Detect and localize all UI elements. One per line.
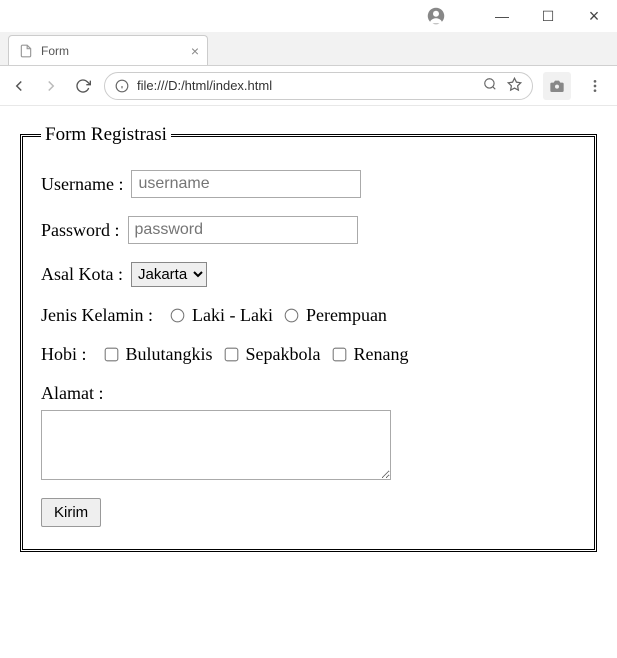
username-row: Username :: [41, 170, 576, 198]
zoom-icon[interactable]: [483, 77, 497, 94]
site-info-icon[interactable]: [115, 79, 129, 93]
address-label: Alamat :: [41, 383, 103, 404]
browser-tab[interactable]: Form ×: [8, 35, 208, 65]
address-textarea[interactable]: [41, 410, 391, 480]
city-select[interactable]: Jakarta: [131, 262, 207, 287]
registration-fieldset: Form Registrasi Username : Password : As…: [20, 124, 597, 552]
password-input[interactable]: [128, 216, 358, 244]
page-content: Form Registrasi Username : Password : As…: [0, 106, 617, 658]
gender-option-female: Perempuan: [306, 305, 387, 326]
password-label: Password :: [41, 220, 120, 241]
submit-row: Kirim: [41, 498, 576, 527]
camera-icon[interactable]: [543, 72, 571, 100]
gender-option-male: Laki - Laki: [192, 305, 273, 326]
fieldset-legend: Form Registrasi: [41, 124, 171, 146]
toolbar: file:///D:/html/index.html: [0, 66, 617, 106]
hobby-option-football: Sepakbola: [246, 344, 321, 365]
address-row: Alamat :: [41, 383, 576, 480]
page-icon: [19, 44, 33, 58]
tab-strip: Form ×: [0, 32, 617, 66]
tab-title: Form: [41, 44, 69, 58]
city-label: Asal Kota :: [41, 264, 123, 285]
back-button[interactable]: [8, 75, 30, 97]
hobby-check-badminton[interactable]: [104, 348, 118, 362]
hobby-label: Hobi :: [41, 344, 87, 365]
city-row: Asal Kota : Jakarta: [41, 262, 576, 287]
reload-button[interactable]: [72, 75, 94, 97]
username-input[interactable]: [131, 170, 361, 198]
user-icon[interactable]: [413, 0, 459, 32]
forward-button[interactable]: [40, 75, 62, 97]
gender-radio-male[interactable]: [171, 309, 185, 323]
bookmark-star-icon[interactable]: [507, 77, 522, 95]
gender-radio-female[interactable]: [285, 309, 299, 323]
gender-label: Jenis Kelamin :: [41, 305, 153, 326]
hobby-check-football[interactable]: [224, 348, 238, 362]
browser-window: — ☐ × Form × file:///D:/html/index.html: [0, 0, 617, 658]
hobby-row: Hobi : Bulutangkis Sepakbola Renang: [41, 344, 576, 365]
minimize-button[interactable]: —: [479, 0, 525, 32]
hobby-option-badminton: Bulutangkis: [126, 344, 213, 365]
username-label: Username :: [41, 174, 123, 195]
close-tab-icon[interactable]: ×: [191, 43, 199, 59]
submit-button[interactable]: Kirim: [41, 498, 101, 527]
window-titlebar: — ☐ ×: [0, 0, 617, 32]
menu-icon[interactable]: [581, 72, 609, 100]
gender-row: Jenis Kelamin : Laki - Laki Perempuan: [41, 305, 576, 326]
address-bar[interactable]: file:///D:/html/index.html: [104, 72, 533, 100]
close-window-button[interactable]: ×: [571, 0, 617, 32]
password-row: Password :: [41, 216, 576, 244]
url-text: file:///D:/html/index.html: [137, 78, 475, 93]
hobby-check-swimming[interactable]: [332, 348, 346, 362]
maximize-button[interactable]: ☐: [525, 0, 571, 32]
hobby-option-swimming: Renang: [354, 344, 409, 365]
